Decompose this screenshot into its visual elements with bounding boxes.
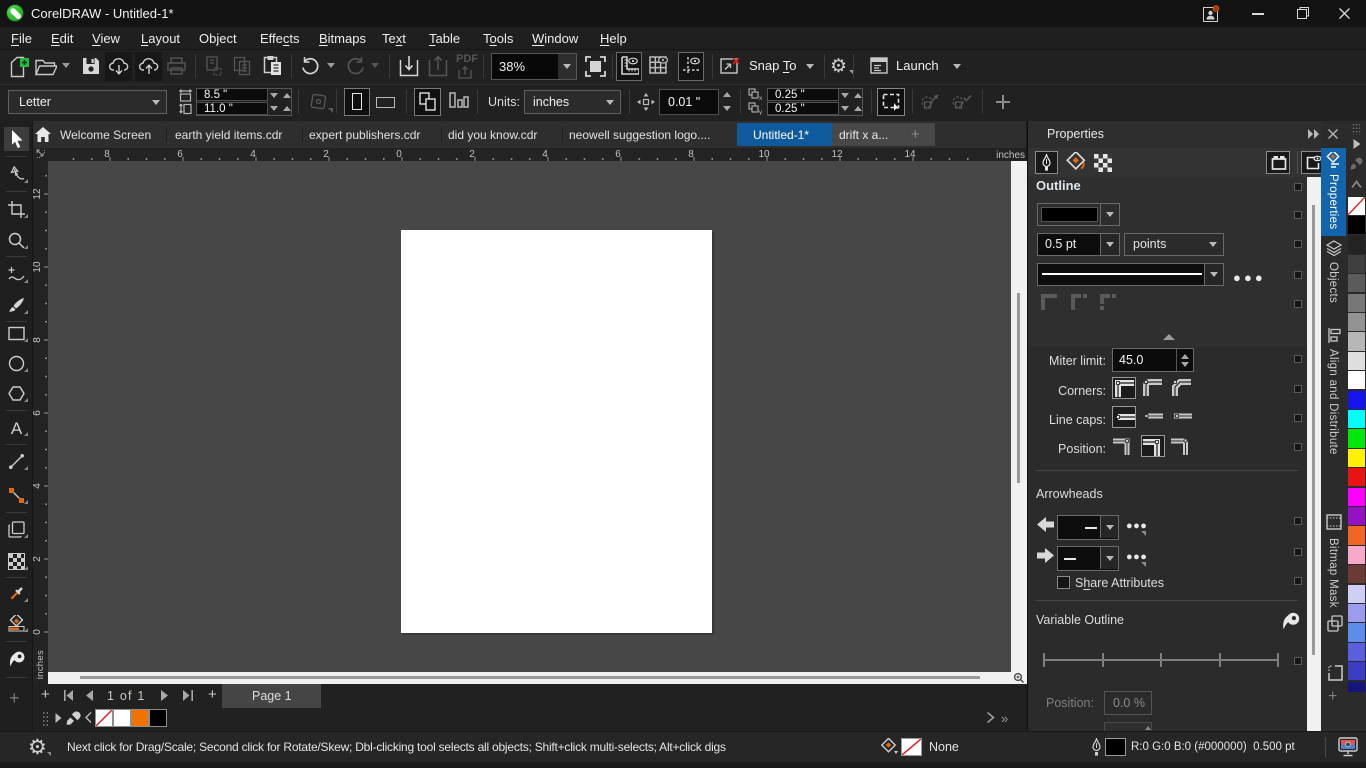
svg-text:A: A — [11, 419, 23, 436]
svg-text:y: y — [759, 109, 763, 115]
svg-text:8: 8 — [104, 149, 110, 160]
svg-text:4: 4 — [33, 483, 43, 489]
svg-text:0: 0 — [33, 629, 43, 635]
svg-text:4: 4 — [250, 149, 256, 160]
svg-text:x: x — [759, 95, 763, 101]
svg-text:6: 6 — [615, 149, 621, 160]
svg-text:10: 10 — [758, 149, 770, 160]
svg-text:8: 8 — [33, 337, 43, 343]
svg-text:10: 10 — [33, 261, 43, 273]
svg-text:6: 6 — [33, 410, 43, 416]
svg-text:12: 12 — [831, 149, 843, 160]
svg-text:4: 4 — [542, 149, 548, 160]
svg-text:2: 2 — [469, 149, 475, 160]
svg-text:8: 8 — [688, 149, 694, 160]
svg-text:0: 0 — [396, 149, 402, 160]
svg-text:2: 2 — [33, 556, 43, 562]
svg-text:2: 2 — [323, 149, 329, 160]
svg-text:14: 14 — [904, 149, 916, 160]
svg-text:12: 12 — [33, 188, 43, 200]
svg-text:6: 6 — [177, 149, 183, 160]
svg-text:inches: inches — [996, 150, 1025, 161]
svg-text:0: 0 — [1214, 7, 1217, 13]
